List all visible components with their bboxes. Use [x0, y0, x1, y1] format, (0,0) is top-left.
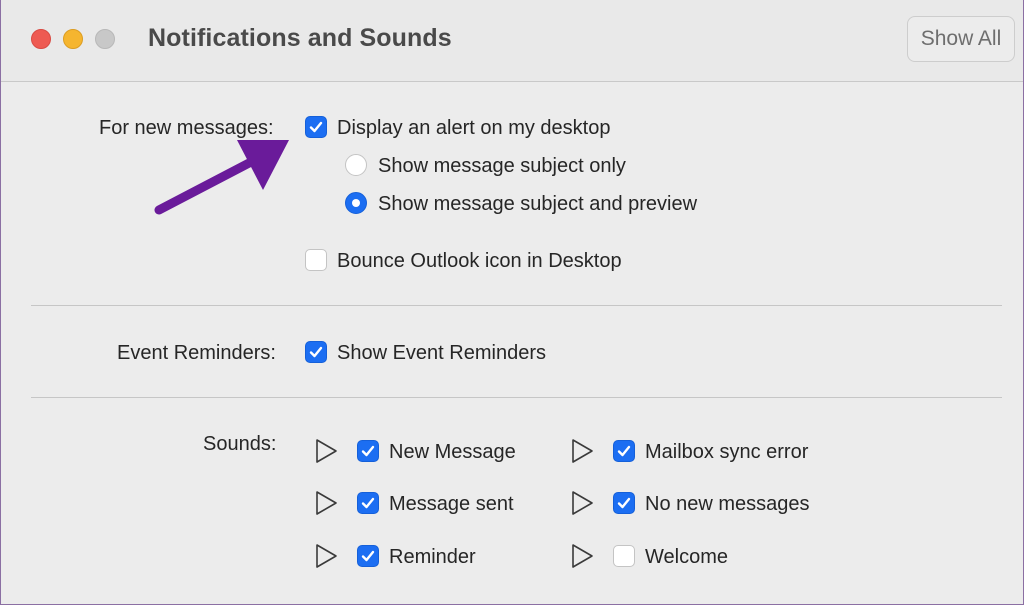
checkmark-icon	[361, 550, 375, 562]
sound-mailbox-sync-error-label[interactable]: Mailbox sync error	[645, 441, 808, 464]
sound-new-message-checkbox[interactable]	[357, 440, 379, 462]
bounce-icon-checkbox[interactable]	[305, 249, 327, 271]
section-divider	[31, 305, 1002, 306]
sound-no-new-messages-checkbox[interactable]	[613, 492, 635, 514]
checkmark-icon	[309, 346, 323, 358]
sounds-label: Sounds:	[203, 433, 277, 455]
close-window-button[interactable]	[31, 29, 51, 49]
sound-new-message-label[interactable]: New Message	[389, 441, 516, 464]
sound-no-new-messages-label[interactable]: No new messages	[645, 493, 810, 516]
window-title: Notifications and Sounds	[148, 24, 452, 52]
display-alert-label[interactable]: Display an alert on my desktop	[337, 117, 610, 140]
notifications-sounds-window: Notifications and Sounds Show All For ne…	[0, 0, 1024, 605]
subject-only-radio[interactable]	[345, 154, 367, 176]
sound-welcome-label[interactable]: Welcome	[645, 546, 728, 569]
play-sound-icon[interactable]	[314, 543, 340, 569]
play-sound-icon[interactable]	[570, 543, 596, 569]
bounce-icon-label[interactable]: Bounce Outlook icon in Desktop	[337, 250, 622, 273]
show-all-button[interactable]: Show All	[907, 16, 1015, 62]
sound-reminder-label[interactable]: Reminder	[389, 546, 476, 569]
sound-message-sent-checkbox[interactable]	[357, 492, 379, 514]
play-sound-icon[interactable]	[314, 490, 340, 516]
zoom-window-button[interactable]	[95, 29, 115, 49]
show-event-reminders-checkbox[interactable]	[305, 341, 327, 363]
checkmark-icon	[617, 497, 631, 509]
play-sound-icon[interactable]	[570, 438, 596, 464]
section-divider	[31, 397, 1002, 398]
subject-only-label[interactable]: Show message subject only	[378, 155, 626, 178]
sound-mailbox-sync-error-checkbox[interactable]	[613, 440, 635, 462]
sound-welcome-checkbox[interactable]	[613, 545, 635, 567]
subject-preview-label[interactable]: Show message subject and preview	[378, 193, 697, 216]
sound-reminder-checkbox[interactable]	[357, 545, 379, 567]
subject-preview-radio[interactable]	[345, 192, 367, 214]
display-alert-checkbox[interactable]	[305, 116, 327, 138]
radio-selected-dot	[352, 199, 360, 207]
checkmark-icon	[309, 121, 323, 133]
annotation-arrow-icon	[154, 140, 289, 215]
event-reminders-label: Event Reminders:	[117, 342, 276, 364]
play-sound-icon[interactable]	[314, 438, 340, 464]
checkmark-icon	[361, 445, 375, 457]
play-sound-icon[interactable]	[570, 490, 596, 516]
show-event-reminders-label[interactable]: Show Event Reminders	[337, 342, 546, 365]
title-bar: Notifications and Sounds Show All	[1, 0, 1023, 82]
checkmark-icon	[361, 497, 375, 509]
checkmark-icon	[617, 445, 631, 457]
sound-message-sent-label[interactable]: Message sent	[389, 493, 514, 516]
minimize-window-button[interactable]	[63, 29, 83, 49]
